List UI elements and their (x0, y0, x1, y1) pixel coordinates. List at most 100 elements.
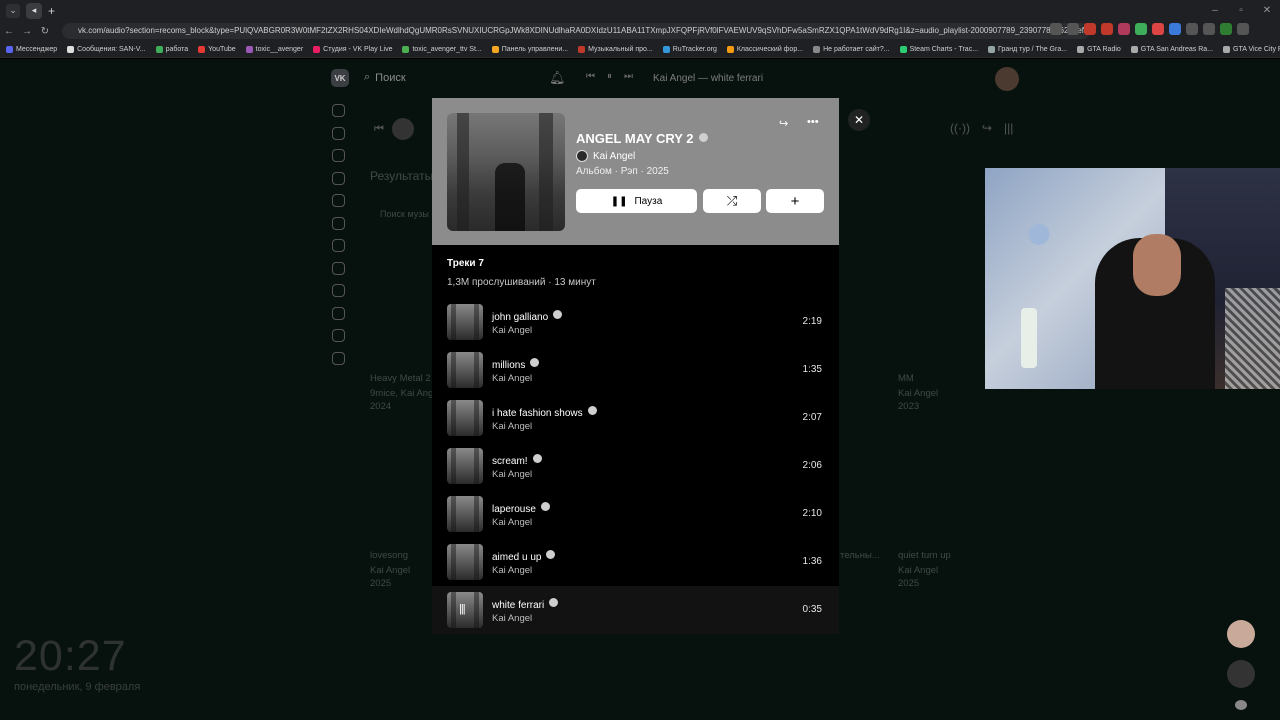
friends-nav-icon[interactable] (332, 194, 345, 207)
games-nav-icon[interactable] (332, 306, 345, 320)
extension-icon[interactable] (1101, 23, 1113, 35)
share-icon[interactable]: ↪ (982, 121, 992, 135)
track-artist[interactable]: Kai Angel (492, 325, 532, 336)
track-title[interactable]: john galliano (492, 310, 563, 323)
track-title[interactable]: scream! (492, 454, 542, 467)
bookmark-item[interactable]: GTA San Andreas Ra... (1130, 45, 1213, 53)
track-row[interactable]: scream! Kai Angel 2:06 (432, 442, 839, 490)
bookmark-star-icon[interactable] (1067, 23, 1079, 35)
chat-bubble-icon[interactable] (1235, 700, 1247, 710)
track-artist[interactable]: Kai Angel (492, 613, 532, 624)
extension-icon[interactable] (1169, 23, 1181, 35)
bg-album-title[interactable]: quiet turn up (898, 550, 951, 561)
bookmark-item[interactable]: Студия - VK Play Live (313, 45, 392, 53)
extension-icon[interactable] (1084, 23, 1096, 35)
bookmark-item[interactable]: Классический фор... (726, 45, 803, 53)
bookmark-item[interactable]: Сообщения: SAN-V... (67, 45, 146, 53)
equalizer-icon[interactable]: ||| (1004, 121, 1013, 135)
extensions-puzzle-icon[interactable] (1203, 23, 1215, 35)
stickers-nav-icon[interactable] (332, 329, 345, 342)
track-cover[interactable] (447, 544, 483, 580)
track-title[interactable]: aimed u up (492, 550, 556, 563)
share-icon[interactable]: ↪ (779, 117, 788, 130)
extension-icon[interactable] (1135, 23, 1147, 35)
track-cover[interactable] (447, 352, 483, 388)
active-tab[interactable]: ◂ (26, 2, 42, 19)
bookmark-item[interactable]: Мессенджер (6, 45, 57, 53)
bookmark-item[interactable]: Steam Charts - Trac... (899, 45, 978, 53)
chat-avatar[interactable] (1227, 660, 1255, 688)
bg-album-title[interactable]: Heavy Metal 2 (370, 373, 431, 384)
close-window-icon[interactable]: ✕ (1254, 0, 1280, 21)
music-nav-icon[interactable] (332, 261, 345, 275)
track-cover[interactable] (447, 304, 483, 340)
avatar[interactable] (995, 67, 1019, 91)
track-cover[interactable] (447, 496, 483, 532)
news-nav-icon[interactable] (332, 126, 345, 140)
track-title[interactable]: laperouse (492, 502, 550, 515)
prev-track-icon[interactable]: ⏮︎ (586, 71, 595, 82)
add-button[interactable]: + (766, 189, 824, 213)
track-cover[interactable] (447, 448, 483, 484)
track-artist[interactable]: Kai Angel (492, 565, 532, 576)
calls-nav-icon[interactable] (332, 171, 345, 185)
reload-icon[interactable]: ↻ (36, 26, 54, 37)
vk-search[interactable]: ⌕ Поиск (364, 71, 406, 84)
track-row[interactable]: millions Kai Angel 1:35 (432, 346, 839, 394)
back-icon[interactable]: ← (0, 26, 18, 37)
extension-icon[interactable] (1186, 23, 1198, 35)
maximize-icon[interactable]: ▫ (1228, 0, 1254, 21)
photos-nav-icon[interactable] (332, 239, 345, 252)
track-row[interactable]: john galliano Kai Angel 2:19 (432, 298, 839, 346)
bg-album-title[interactable]: lovesong (370, 550, 408, 561)
shuffle-button[interactable]: ⤮ (703, 189, 761, 213)
album-artist[interactable]: Kai Angel (576, 150, 635, 162)
extension-icon[interactable] (1118, 23, 1130, 35)
extension-icon[interactable] (1152, 23, 1164, 35)
track-cover[interactable] (447, 400, 483, 436)
track-title[interactable]: white ferrari (492, 598, 559, 611)
video-nav-icon[interactable] (332, 284, 345, 297)
track-row[interactable]: ||| white ferrari Kai Angel 0:35 (432, 586, 839, 634)
bookmark-item[interactable]: toxic__avenger (245, 45, 303, 53)
track-artist[interactable]: Kai Angel (492, 373, 532, 384)
market-nav-icon[interactable] (332, 351, 345, 365)
communities-nav-icon[interactable] (332, 216, 345, 230)
vk-logo-icon[interactable]: VK (331, 69, 349, 87)
bg-album-title[interactable]: MM (898, 373, 914, 384)
track-title[interactable]: i hate fashion shows (492, 406, 597, 419)
track-row[interactable]: laperouse Kai Angel 2:10 (432, 490, 839, 538)
address-bar[interactable]: vk.com/audio?section=recoms_block&type=P… (62, 23, 1090, 39)
artist-name[interactable]: Kai Angel (593, 151, 635, 162)
bookmark-item[interactable]: RuTracker.org (662, 45, 717, 53)
track-artist[interactable]: Kai Angel (492, 421, 532, 432)
track-row[interactable]: i hate fashion shows Kai Angel 2:07 (432, 394, 839, 442)
now-playing-text[interactable]: Kai Angel — white ferrari (653, 73, 763, 84)
bg-album-title[interactable]: тельны... (840, 550, 880, 561)
minimize-icon[interactable]: – (1202, 0, 1228, 21)
bookmark-item[interactable]: работа (155, 45, 188, 53)
pause-icon[interactable]: ⏸︎ (607, 71, 612, 82)
pause-button[interactable]: ❚❚ Пауза (576, 189, 697, 213)
track-cover[interactable] (447, 592, 483, 628)
prev-icon[interactable]: ⏮︎ (374, 123, 384, 136)
track-title[interactable]: millions (492, 358, 540, 371)
menu-icon[interactable] (1237, 23, 1249, 35)
tab-list-icon[interactable]: ⌄ (6, 3, 20, 18)
bookmark-item[interactable]: YouTube (198, 45, 236, 53)
profile-icon[interactable] (1220, 23, 1232, 35)
bookmark-item[interactable]: GTA Vice City Radio... (1223, 45, 1280, 53)
track-artist[interactable]: Kai Angel (492, 469, 532, 480)
broadcast-icon[interactable]: ((·)) (950, 121, 970, 135)
bell-icon[interactable]: 🔔︎ (549, 70, 566, 86)
forward-icon[interactable]: → (18, 26, 36, 37)
bookmark-item[interactable]: GTA Radio (1077, 45, 1121, 53)
zoom-icon[interactable] (1050, 23, 1062, 35)
bookmark-item[interactable]: toxic_avenger_ttv St... (402, 45, 482, 53)
new-tab-button[interactable]: + (48, 4, 55, 18)
track-row[interactable]: aimed u up Kai Angel 1:36 (432, 538, 839, 586)
next-track-icon[interactable]: ⏭︎ (624, 71, 633, 82)
more-icon[interactable]: ••• (807, 116, 819, 128)
search-input[interactable]: Поиск (375, 72, 405, 84)
bookmark-item[interactable]: Панель управлени... (491, 45, 568, 53)
